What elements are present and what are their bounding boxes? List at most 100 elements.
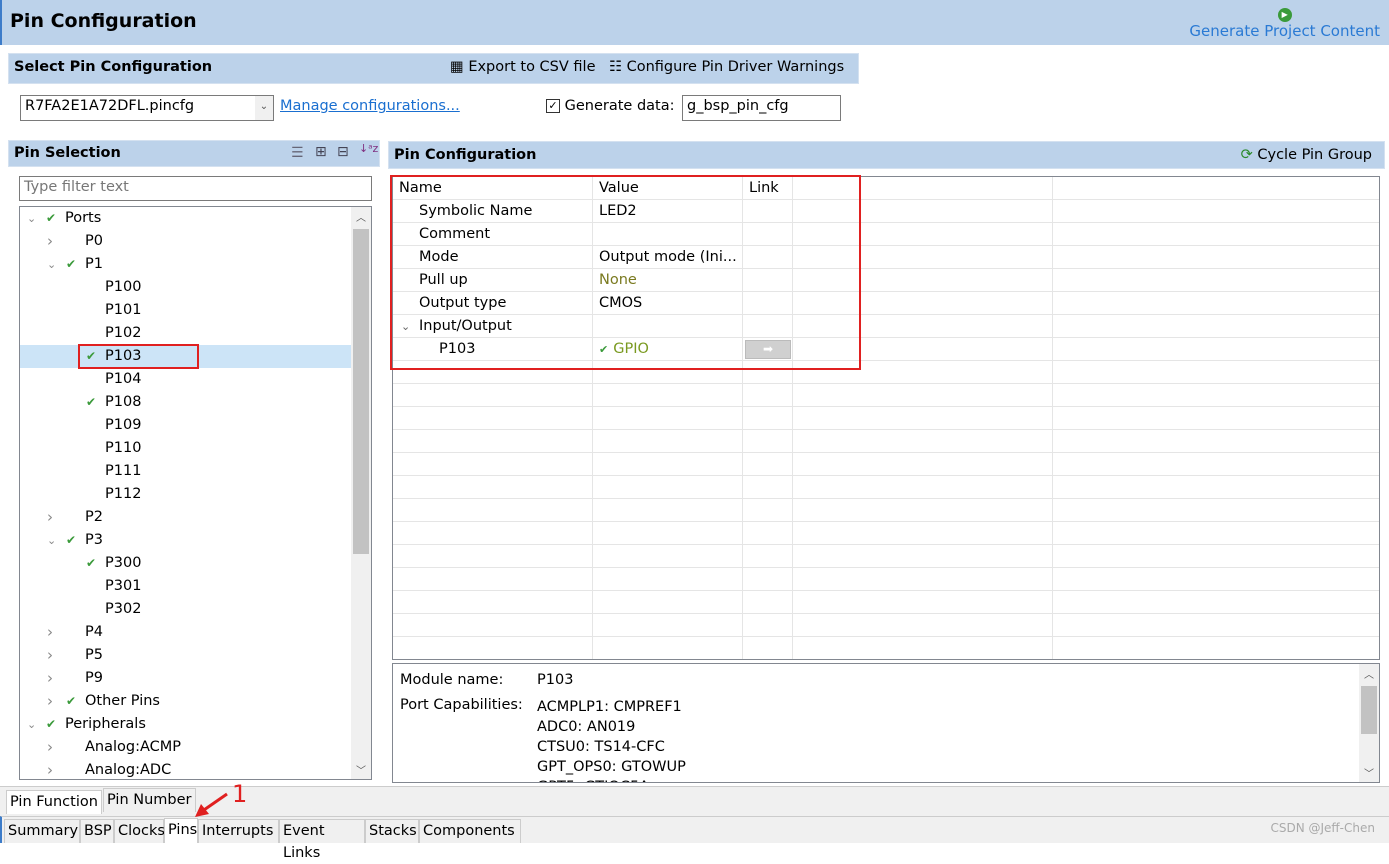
tab-pins[interactable]: Pins	[164, 818, 198, 843]
chevron-right-icon[interactable]: ›	[47, 667, 53, 690]
table-cell	[393, 407, 593, 430]
table-cell	[1053, 476, 1379, 499]
chevron-right-icon[interactable]: ›	[47, 621, 53, 644]
chevron-right-icon[interactable]: ›	[47, 759, 53, 779]
config-file-select[interactable]: R7FA2E1A72DFL.pincfg ⌄	[20, 95, 274, 121]
info-scrollbar[interactable]: ︿ ﹀	[1359, 664, 1379, 782]
tree-item[interactable]: › Analog:ADC	[20, 759, 351, 779]
tree-item[interactable]: › P0	[20, 230, 351, 253]
sort-az-icon[interactable]: ↓ᵃz	[359, 142, 378, 155]
scroll-thumb[interactable]	[353, 229, 369, 554]
table-cell	[743, 591, 793, 614]
tree-item[interactable]: P112	[20, 483, 351, 506]
cycle-label: Cycle Pin Group	[1257, 147, 1372, 163]
tree-item[interactable]: › P4	[20, 621, 351, 644]
tree-item[interactable]: P101	[20, 299, 351, 322]
table-cell	[793, 568, 1053, 591]
tree-item[interactable]: P109	[20, 414, 351, 437]
table-cell	[593, 407, 743, 430]
tab-pin-number[interactable]: Pin Number	[103, 788, 196, 812]
table-cell	[793, 591, 1053, 614]
tree-item[interactable]: P302	[20, 598, 351, 621]
chevron-right-icon[interactable]: ›	[47, 736, 53, 759]
table-row	[393, 614, 1379, 637]
chevron-right-icon[interactable]: ›	[47, 230, 53, 253]
highlight-box	[78, 344, 199, 369]
scroll-down-icon[interactable]: ﹀	[351, 762, 371, 777]
configure-warnings-button[interactable]: ☷ Configure Pin Driver Warnings	[609, 59, 844, 75]
table-cell	[743, 568, 793, 591]
chevron-down-icon[interactable]: ⌄	[27, 713, 36, 736]
table-cell	[1053, 384, 1379, 407]
tab-clocks[interactable]: Clocks	[114, 819, 165, 843]
tree-item[interactable]: › Analog:ACMP	[20, 736, 351, 759]
capability-item: ACMPLP1: CMPREF1	[537, 699, 682, 715]
export-csv-button[interactable]: ▦ Export to CSV file	[450, 59, 596, 75]
tree-item[interactable]: ⌄ ✔ P1	[20, 253, 351, 276]
cycle-pin-group-button[interactable]: ⟳ Cycle Pin Group	[1241, 147, 1372, 163]
capability-item: GPT_OPS0: GTOWUP	[537, 759, 686, 775]
scroll-thumb[interactable]	[1361, 686, 1377, 734]
port-capabilities-label: Port Capabilities:	[400, 697, 523, 713]
tab-summary[interactable]: Summary	[4, 819, 80, 843]
tree-item-label: P102	[105, 325, 142, 341]
tree-item[interactable]: ⌄ ✔ Ports	[20, 207, 351, 230]
generate-project-content-button[interactable]: ▶ Generate Project Content	[1189, 3, 1380, 40]
tree-item[interactable]: › P9	[20, 667, 351, 690]
tree-item[interactable]: ⌄ ✔ P3	[20, 529, 351, 552]
tree-item[interactable]: ✔ P300	[20, 552, 351, 575]
chevron-down-icon[interactable]: ⌄	[27, 207, 36, 230]
tab-event-links[interactable]: Event Links	[279, 819, 365, 861]
tree-item[interactable]: ⌄ ✔ Peripherals	[20, 713, 351, 736]
filter-input[interactable]: Type filter text	[19, 176, 372, 201]
annotation-arrow-icon	[195, 792, 228, 817]
tree-item[interactable]: P301	[20, 575, 351, 598]
tree-item[interactable]: › P5	[20, 644, 351, 667]
chevron-right-icon[interactable]: ›	[47, 644, 53, 667]
table-cell	[793, 384, 1053, 407]
chevron-right-icon[interactable]: ›	[47, 506, 53, 529]
tree-item-label: P5	[85, 647, 103, 663]
check-icon: ✔	[86, 556, 97, 570]
tab-pin-function[interactable]: Pin Function	[6, 790, 102, 814]
chevron-right-icon[interactable]: ›	[47, 690, 53, 713]
table-cell	[393, 453, 593, 476]
generate-data-checkbox[interactable]: ✓ Generate data:	[546, 98, 675, 114]
table-cell	[593, 545, 743, 568]
collapse-all-icon[interactable]: ⊟	[337, 144, 349, 160]
scroll-up-icon[interactable]: ︿	[1359, 666, 1379, 681]
tree-item[interactable]: P104	[20, 368, 351, 391]
table-row	[393, 545, 1379, 568]
tree-item[interactable]: › ✔ Other Pins	[20, 690, 351, 713]
tree-item[interactable]: › P2	[20, 506, 351, 529]
generate-data-input[interactable]: g_bsp_pin_cfg	[682, 95, 841, 121]
tree-item[interactable]: P100	[20, 276, 351, 299]
table-cell	[793, 476, 1053, 499]
tree-item-label: P104	[105, 371, 142, 387]
table-cell	[1053, 522, 1379, 545]
tree-item-label: P301	[105, 578, 142, 594]
manage-configurations-link[interactable]: Manage configurations...	[280, 98, 460, 114]
table-cell	[593, 430, 743, 453]
tab-bsp[interactable]: BSP	[80, 819, 114, 843]
tree-item-label: P109	[105, 417, 142, 433]
tree-item[interactable]: P102	[20, 322, 351, 345]
chevron-down-icon[interactable]: ⌄	[47, 529, 56, 552]
chevron-down-icon[interactable]: ⌄	[47, 253, 56, 276]
table-cell	[1053, 223, 1379, 246]
tab-components[interactable]: Components	[419, 819, 521, 843]
scroll-down-icon[interactable]: ﹀	[1359, 765, 1379, 780]
tab-interrupts[interactable]: Interrupts	[198, 819, 279, 843]
tree-scrollbar[interactable]: ︿ ﹀	[351, 207, 371, 779]
tree-item-label: P101	[105, 302, 142, 318]
table-cell	[793, 407, 1053, 430]
table-cell	[793, 522, 1053, 545]
tree-item-label: P1	[85, 256, 103, 272]
tab-stacks[interactable]: Stacks	[365, 819, 419, 843]
tree-item[interactable]: ✔ P108	[20, 391, 351, 414]
expand-all-icon[interactable]: ⊞	[315, 144, 327, 160]
tree-item[interactable]: P111	[20, 460, 351, 483]
scroll-up-icon[interactable]: ︿	[351, 209, 371, 224]
tree-item[interactable]: P110	[20, 437, 351, 460]
show-tree-icon[interactable]: ☰	[291, 145, 304, 161]
